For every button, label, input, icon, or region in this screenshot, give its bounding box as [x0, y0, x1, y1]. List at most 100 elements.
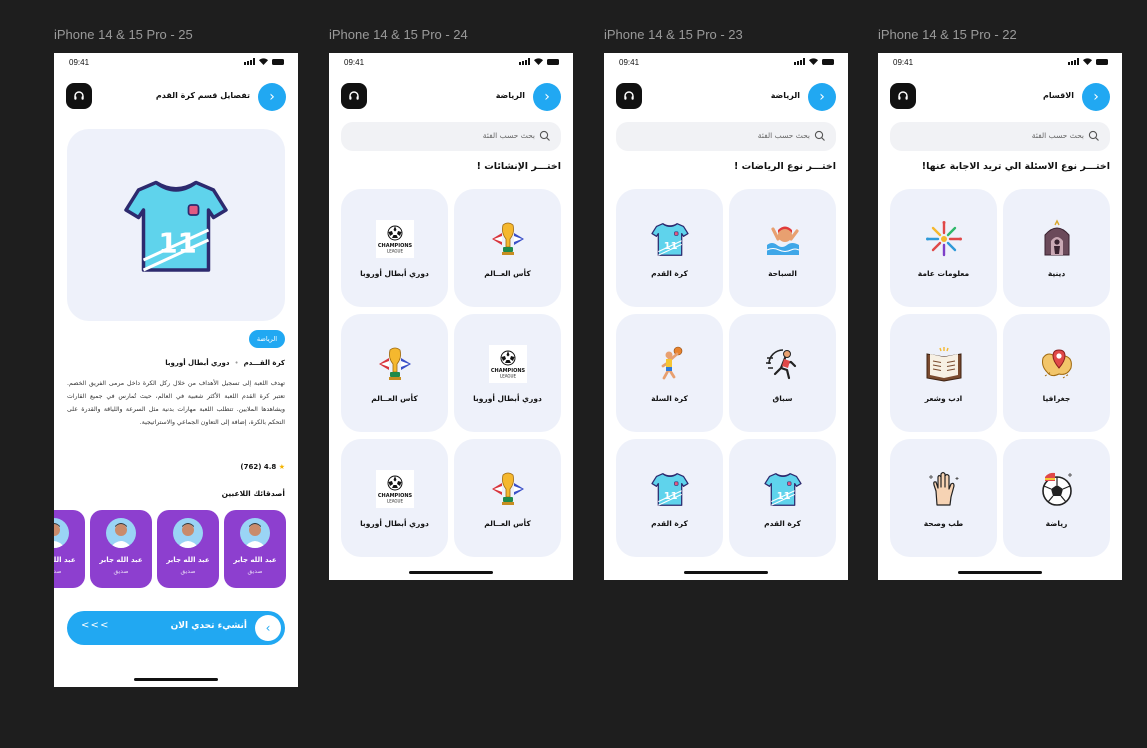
search-input[interactable]: بحث حسب الفئة	[616, 122, 836, 151]
friend-card[interactable]: عبد الله جابر صديق	[54, 510, 85, 588]
world-cup-trophy-icon	[488, 469, 528, 509]
category-card[interactable]: CHAMPIONS LEAGUE دوري أبطال أوروبا	[454, 314, 561, 432]
page-title: الاقسام	[1043, 91, 1074, 100]
svg-text:11: 11	[663, 241, 677, 252]
category-label: كرة القدم	[651, 519, 688, 528]
support-button[interactable]	[616, 83, 642, 109]
header: › الاقسام	[890, 83, 1110, 111]
avatar	[240, 518, 270, 548]
wifi-icon	[259, 58, 268, 65]
status-time: 09:41	[893, 58, 914, 67]
category-card[interactable]: 11 كرة القدم	[616, 189, 723, 307]
battery-icon	[822, 58, 834, 65]
mosque-icon	[1037, 219, 1077, 259]
category-card[interactable]: جغرافيا	[1003, 314, 1110, 432]
category-label: دوري أبطال أوروبا	[360, 269, 429, 278]
friend-card[interactable]: عبد الله جابر صديق	[90, 510, 152, 588]
svg-text:LEAGUE: LEAGUE	[387, 499, 403, 504]
search-input[interactable]: بحث حسب الفئة	[890, 122, 1110, 151]
status-bar: 09:41	[604, 53, 848, 73]
search-input[interactable]: بحث حسب الفئة	[341, 122, 561, 151]
wifi-icon	[809, 58, 818, 65]
category-card[interactable]: طب وصحة	[890, 439, 997, 557]
back-button[interactable]: ›	[808, 83, 836, 111]
support-button[interactable]	[66, 83, 92, 109]
support-button[interactable]	[341, 83, 367, 109]
world-cup-trophy-icon	[375, 344, 415, 384]
running-icon	[763, 344, 803, 384]
headset-icon	[898, 91, 908, 100]
hero-image: 11	[67, 129, 285, 321]
category-card[interactable]: كأس العــالم	[454, 189, 561, 307]
category-card[interactable]: CHAMPIONS LEAGUE دوري أبطال أوروبا	[341, 439, 448, 557]
frame-label: iPhone 14 & 15 Pro - 22	[878, 27, 1017, 42]
category-card[interactable]: دينية	[1003, 189, 1110, 307]
home-indicator	[409, 571, 493, 574]
star-icon: ★	[278, 463, 285, 471]
status-time: 09:41	[344, 58, 365, 67]
page-title: الرياضة	[495, 91, 525, 100]
back-button[interactable]: ›	[258, 83, 286, 111]
avatar	[106, 518, 136, 548]
search-icon	[539, 130, 550, 141]
soccer-ball-icon	[1037, 469, 1077, 509]
status-bar: 09:41	[54, 53, 298, 73]
category-card[interactable]: كأس العــالم	[341, 314, 448, 432]
svg-text:11: 11	[663, 491, 677, 502]
wifi-icon	[534, 58, 543, 65]
frame-label: iPhone 14 & 15 Pro - 23	[604, 27, 743, 42]
friend-name: عبد الله جابر	[54, 556, 76, 564]
category-card[interactable]: السباحة	[729, 189, 836, 307]
search-icon	[1088, 130, 1099, 141]
friend-card[interactable]: عبد الله جابر صديق	[224, 510, 286, 588]
friend-role: صديق	[180, 568, 196, 575]
chevron-right-icon: ›	[819, 89, 825, 105]
jersey-11-icon: 11	[124, 180, 228, 272]
friend-card[interactable]: عبد الله جابر صديق	[157, 510, 219, 588]
status-time: 09:41	[619, 58, 640, 67]
page-title: تفصايل قسم كرة القدم	[155, 91, 250, 100]
frame-label: iPhone 14 & 15 Pro - 25	[54, 27, 193, 42]
breadcrumb-item: دوري أبطال أوروبا	[165, 359, 230, 367]
category-card[interactable]: رياضة	[1003, 439, 1110, 557]
category-card[interactable]: كرة السلة	[616, 314, 723, 432]
category-label: جغرافيا	[1042, 394, 1071, 403]
create-challenge-button[interactable]: ‹ أنشيء تحدي الان < < <	[67, 611, 285, 645]
back-button[interactable]: ›	[533, 83, 561, 111]
header: › الرياضة	[341, 83, 561, 111]
phone-screen-detail: 09:41 › تفصايل قسم كرة القدم 11 الرياضة …	[54, 53, 298, 687]
category-card[interactable]: 11 كرة القدم	[616, 439, 723, 557]
home-indicator	[134, 678, 218, 681]
world-cup-trophy-icon	[488, 219, 528, 259]
page-title: الرياضة	[770, 91, 800, 100]
rating: ★ 4.8 (762)	[240, 463, 285, 471]
back-button[interactable]: ›	[1082, 83, 1110, 111]
category-tag[interactable]: الرياضة	[248, 330, 285, 348]
support-button[interactable]	[890, 83, 916, 109]
battery-icon	[547, 58, 559, 65]
status-bar: 09:41	[878, 53, 1122, 73]
avatar	[54, 518, 69, 548]
signal-icon	[519, 58, 530, 65]
category-card[interactable]: ادب وشعر	[890, 314, 997, 432]
category-card[interactable]: كأس العــالم	[454, 439, 561, 557]
category-card[interactable]: CHAMPIONS LEAGUE دوري أبطال أوروبا	[341, 189, 448, 307]
description-text: تهدف اللعبة إلى تسجيل الأهداف من خلال رك…	[67, 380, 285, 426]
category-card[interactable]: 11 كرة القدم	[729, 439, 836, 557]
open-book-icon	[924, 344, 964, 384]
header: › تفصايل قسم كرة القدم	[66, 83, 286, 111]
category-label: دينية	[1047, 269, 1066, 278]
signal-icon	[1068, 58, 1079, 65]
hand-icon	[924, 469, 964, 509]
phone-screen-sports: 09:41 › الرياضة بحث حسب الفئة اختـــر نو…	[604, 53, 848, 580]
category-card[interactable]: سباق	[729, 314, 836, 432]
frame-label: iPhone 14 & 15 Pro - 24	[329, 27, 468, 42]
phone-screen-competitions: 09:41 › الرياضة بحث حسب الفئة اختـــر ال…	[329, 53, 573, 580]
section-title: اختـــر الإنشائات !	[476, 161, 561, 172]
category-card[interactable]: معلومات عامة	[890, 189, 997, 307]
friend-name: عبد الله جابر	[233, 556, 277, 564]
phone-screen-sections: 09:41 › الاقسام بحث حسب الفئة اختـــر نو…	[878, 53, 1122, 580]
chevron-right-icon: ›	[1093, 89, 1099, 105]
breadcrumb: كرة القـــدم • دوري أبطال أوروبا	[165, 359, 285, 367]
friends-list[interactable]: عبد الله جابر صديق عبد الله جابر صديق عب…	[54, 510, 298, 588]
